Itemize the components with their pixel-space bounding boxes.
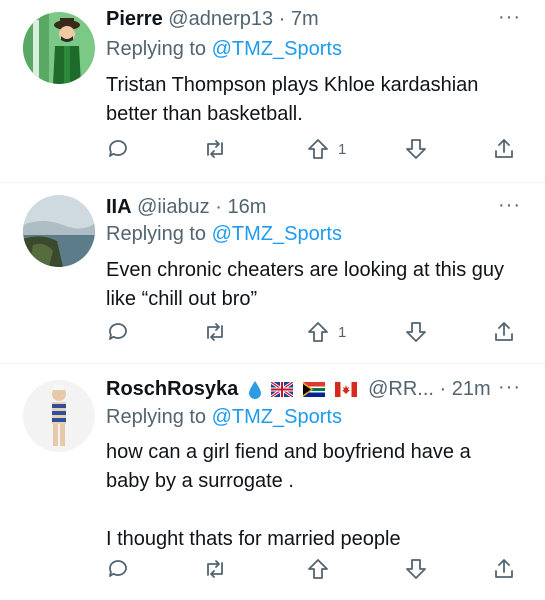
uk-flag-icon	[271, 382, 294, 398]
replying-to-label: Replying to	[106, 406, 207, 428]
upvote-button[interactable]	[306, 556, 330, 582]
downvote-button[interactable]	[404, 319, 428, 345]
south-africa-flag-icon	[302, 382, 325, 398]
tweet-text: Even chronic cheaters are looking at thi…	[106, 256, 526, 314]
tweet-text: Tristan Thompson plays Khloe kardashian …	[106, 71, 526, 129]
timestamp[interactable]: 16m	[227, 196, 266, 218]
more-options-icon[interactable]: ···	[498, 376, 521, 399]
downvote-icon	[406, 559, 426, 579]
action-bar: 1	[106, 136, 526, 162]
action-bar: 1	[106, 319, 526, 345]
avatar[interactable]	[23, 12, 95, 84]
display-name[interactable]: Pierre	[106, 8, 163, 30]
timestamp[interactable]: 7m	[291, 8, 319, 30]
share-icon	[495, 559, 513, 578]
tweet-text: how can a girl fiend and boyfriend have …	[106, 438, 526, 554]
avatar[interactable]	[23, 380, 95, 452]
more-options-icon[interactable]: ···	[498, 6, 521, 29]
replying-to-label: Replying to	[106, 38, 207, 60]
header-separator: ·	[439, 378, 447, 400]
downvote-button[interactable]	[404, 136, 428, 162]
display-name[interactable]: IIA	[106, 196, 132, 218]
upvote-button[interactable]: 1	[306, 136, 346, 162]
reply-icon	[109, 323, 127, 340]
retweet-icon	[207, 140, 223, 158]
tweet-header: IIA @iiabuz · 16m	[106, 194, 266, 220]
action-bar	[106, 556, 526, 582]
tweet-text-line: Even chronic cheaters are looking at thi…	[106, 259, 504, 281]
tweet-text-line: better than basketball.	[106, 103, 303, 125]
share-icon	[495, 139, 513, 158]
share-button[interactable]	[492, 556, 516, 582]
reply-icon	[109, 140, 127, 157]
header-separator: ·	[278, 8, 286, 30]
tweet-text-line: I thought thats for married people	[106, 528, 401, 550]
reply-button[interactable]	[106, 136, 130, 162]
share-button[interactable]	[492, 136, 516, 162]
downvote-icon	[406, 139, 426, 159]
retweet-icon	[207, 323, 223, 341]
droplet-icon	[248, 380, 261, 399]
upvote-icon	[308, 322, 328, 342]
share-icon	[495, 322, 513, 341]
retweet-button[interactable]	[202, 136, 228, 162]
tweet-text-line: baby by a surrogate .	[106, 470, 294, 492]
tweet[interactable]: RoschRosyka @RR... · 21m ··· Replying to…	[0, 364, 545, 600]
tweet-text-line: Tristan Thompson plays Khloe kardashian	[106, 74, 479, 96]
tweet[interactable]: IIA @iiabuz · 16m ··· Replying to @TMZ_S…	[0, 183, 545, 363]
tweet-text-line: like “chill out bro”	[106, 288, 258, 310]
reply-button[interactable]	[106, 556, 130, 582]
retweet-icon	[207, 560, 223, 578]
retweet-button[interactable]	[202, 319, 228, 345]
tweet-text-line	[106, 496, 526, 525]
user-handle[interactable]: @RR...	[368, 378, 434, 400]
upvote-button[interactable]: 1	[306, 319, 346, 345]
tweet-header: Pierre @adnerp13 · 7m	[106, 6, 319, 32]
replying-to-label: Replying to	[106, 223, 207, 245]
replying-to: Replying to @TMZ_Sports	[106, 36, 342, 62]
header-separator: ·	[215, 196, 222, 218]
upvote-icon	[308, 139, 328, 159]
share-button[interactable]	[492, 319, 516, 345]
retweet-button[interactable]	[202, 556, 228, 582]
downvote-button[interactable]	[404, 556, 428, 582]
tweet-text-line: how can a girl fiend and boyfriend have …	[106, 441, 471, 463]
display-name[interactable]: RoschRosyka	[106, 378, 238, 400]
user-handle[interactable]: @adnerp13	[168, 8, 273, 30]
tweet[interactable]: Pierre @adnerp13 · 7m ··· Replying to @T…	[0, 0, 545, 182]
avatar[interactable]	[23, 195, 95, 267]
upvote-count: 1	[338, 140, 347, 158]
user-handle[interactable]: @iiabuz	[137, 196, 210, 218]
replying-to-handle[interactable]: @TMZ_Sports	[212, 38, 342, 60]
replying-to-handle[interactable]: @TMZ_Sports	[212, 223, 342, 245]
reply-icon	[109, 560, 127, 577]
replying-to: Replying to @TMZ_Sports	[106, 404, 342, 430]
upvote-count: 1	[338, 323, 347, 341]
reply-button[interactable]	[106, 319, 130, 345]
tweet-header: RoschRosyka @RR... · 21m	[106, 376, 491, 402]
replying-to: Replying to @TMZ_Sports	[106, 221, 342, 247]
canada-flag-icon	[334, 382, 357, 398]
more-options-icon[interactable]: ···	[498, 194, 521, 217]
downvote-icon	[406, 322, 426, 342]
replying-to-handle[interactable]: @TMZ_Sports	[212, 406, 342, 428]
timestamp[interactable]: 21m	[452, 378, 491, 400]
upvote-icon	[308, 559, 328, 579]
